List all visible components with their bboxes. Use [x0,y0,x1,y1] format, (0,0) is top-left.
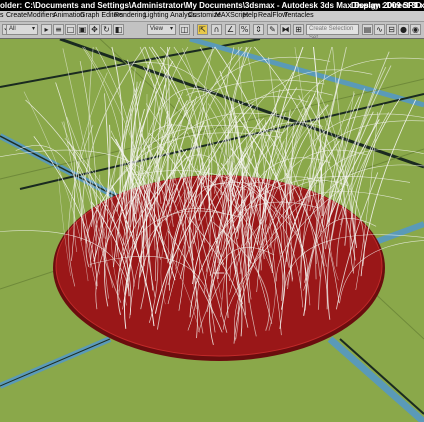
edit-named-selection-icon[interactable]: ✎ [267,24,278,35]
spinner-snap-icon[interactable]: ⇕ [253,24,264,35]
schematic-view-icon[interactable]: ⊟ [386,24,397,35]
menu-item-realflow[interactable]: RealFlow [258,11,287,21]
layer-manager-icon[interactable]: ▤ [362,24,373,35]
pivot-icon[interactable]: ◫ [179,24,190,35]
viewport-canvas[interactable] [0,39,424,422]
selection-filter-dropdown[interactable]: All ▾ [6,24,38,35]
toolbar-separator [193,24,194,36]
select-scale-icon[interactable]: ◧ [113,24,124,35]
reference-coord-dropdown[interactable]: View ▾ [147,24,176,35]
select-rotate-icon[interactable]: ↻ [101,24,112,35]
selection-filter-value: All [9,26,16,32]
chevron-down-icon: ▾ [31,26,35,32]
max-window: older: C:\Documents and Settings\Adminis… [0,0,424,422]
menu-bar: s Create Modifiers Animation Graph Edito… [0,11,424,22]
menu-item-tentacles[interactable]: Tentacles [284,11,314,21]
window-crossing-icon[interactable]: ▣ [77,24,88,35]
menu-item-file[interactable]: s [0,11,4,21]
menu-item-help[interactable]: Help [243,11,257,21]
render-icon[interactable]: ◉ [410,24,421,35]
select-by-name-icon[interactable]: ≡ [53,24,64,35]
menu-item-modifiers[interactable]: Modifiers [27,11,55,21]
main-toolbar: ↶ All▾ ▸ ≡ □ ▣ ✥ ↻ ◧ View▾ ◫ ⇱ ∩ ∠ % ⇕ ✎… [0,22,424,41]
chevron-down-icon: ▾ [169,26,173,32]
curve-editor-icon[interactable]: ∿ [374,24,385,35]
title-bar: older: C:\Documents and Settings\Adminis… [0,0,424,11]
rectangular-selection-icon[interactable]: □ [65,24,76,35]
material-editor-icon[interactable]: ● [398,24,409,35]
select-object-icon[interactable]: ▸ [41,24,52,35]
named-selection-set-input[interactable]: Create Selection Set [306,24,359,41]
display-driver-label: Display : Direct 3D [351,1,422,10]
menu-item-create[interactable]: Create [6,11,27,21]
reference-coord-value: View [150,26,163,32]
align-icon[interactable]: ⊞ [293,24,304,35]
select-move-icon[interactable]: ✥ [89,24,100,35]
angle-snap-icon[interactable]: ∠ [225,24,236,35]
manipulate-icon[interactable]: ⇱ [197,24,208,35]
mirror-icon[interactable]: ⧓ [280,24,291,35]
menu-item-rendering[interactable]: Rendering [114,11,146,21]
perspective-viewport[interactable] [0,39,424,422]
snaps-icon[interactable]: ∩ [211,24,222,35]
percent-snap-icon[interactable]: % [239,24,250,35]
